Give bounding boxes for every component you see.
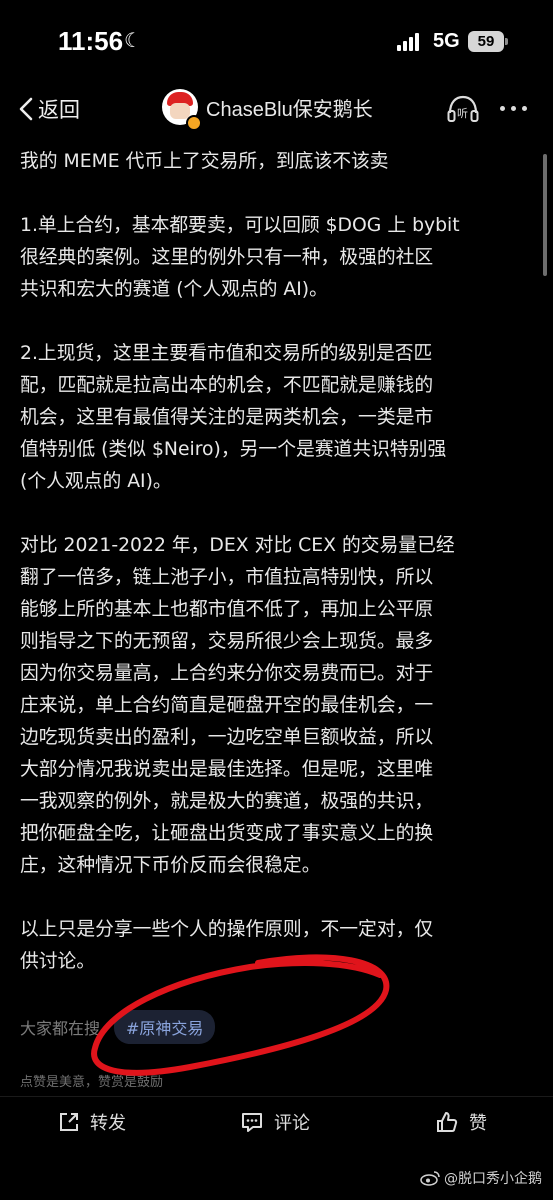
- topic-row: 大家都在搜 #原神交易: [20, 1010, 216, 1044]
- more-icon[interactable]: [500, 106, 527, 111]
- comment-button[interactable]: 评论: [240, 1109, 310, 1135]
- moon-icon: ☾: [124, 28, 142, 52]
- signal-icon: [397, 33, 425, 51]
- reward-hint: 点赞是美意，赞赏是鼓励: [20, 1075, 164, 1090]
- author-name[interactable]: ChaseBlu保安鹅长: [206, 93, 373, 122]
- status-bar: 11:56 ☾ 5G 59: [0, 0, 553, 80]
- nav-bar: 返回 ChaseBlu保安鹅长 听: [0, 80, 553, 136]
- weibo-icon: [420, 1171, 440, 1186]
- repost-label: 转发: [90, 1113, 126, 1134]
- verified-badge-icon: [186, 115, 202, 131]
- chevron-left-icon: [19, 97, 33, 121]
- post-paragraph-2: 2.上现货，这里主要看市值和交易所的级别是否匹 配，匹配就是拉高出本的机会，不匹…: [20, 343, 447, 492]
- svg-text:听: 听: [457, 107, 468, 120]
- bottom-action-bar: 转发 评论 赞: [0, 1096, 553, 1149]
- back-label: 返回: [38, 98, 80, 122]
- share-icon: [60, 1113, 78, 1131]
- topic-tag[interactable]: #原神交易: [114, 1010, 216, 1044]
- post-paragraph-3: 对比 2021-2022 年，DEX 对比 CEX 的交易量已经 翻了一倍多，链…: [20, 535, 455, 876]
- like-label: 赞: [469, 1113, 487, 1134]
- status-time: 11:56: [58, 26, 124, 56]
- thumbs-up-icon: [437, 1112, 458, 1132]
- post-paragraph-1: 1.单上合约，基本都要卖，可以回顾 $DOG 上 bybit 很经典的案例。这里…: [20, 215, 460, 300]
- battery-icon: 59: [468, 31, 504, 52]
- repost-button[interactable]: 转发: [58, 1109, 126, 1135]
- post-paragraph-4: 以上只是分享一些个人的操作原则，不一定对，仅 供讨论。: [20, 919, 434, 972]
- topic-label: 大家都在搜: [20, 1019, 101, 1038]
- post-content: 我的 MEME 代币上了交易所，到底该不该卖 1.单上合约，基本都要卖，可以回顾…: [20, 146, 530, 978]
- back-button[interactable]: 返回: [16, 94, 80, 124]
- watermark-text: @脱口秀小企鹅: [444, 1171, 542, 1187]
- like-button[interactable]: 赞: [435, 1109, 487, 1135]
- post-title: 我的 MEME 代币上了交易所，到底该不该卖: [20, 151, 389, 172]
- comment-icon: [242, 1113, 262, 1132]
- battery-tip: [505, 38, 508, 45]
- network-type: 5G: [433, 30, 460, 52]
- comment-label: 评论: [274, 1113, 310, 1134]
- watermark: @脱口秀小企鹅: [420, 1168, 542, 1188]
- listen-icon[interactable]: 听: [446, 93, 480, 123]
- scrollbar[interactable]: [543, 154, 547, 276]
